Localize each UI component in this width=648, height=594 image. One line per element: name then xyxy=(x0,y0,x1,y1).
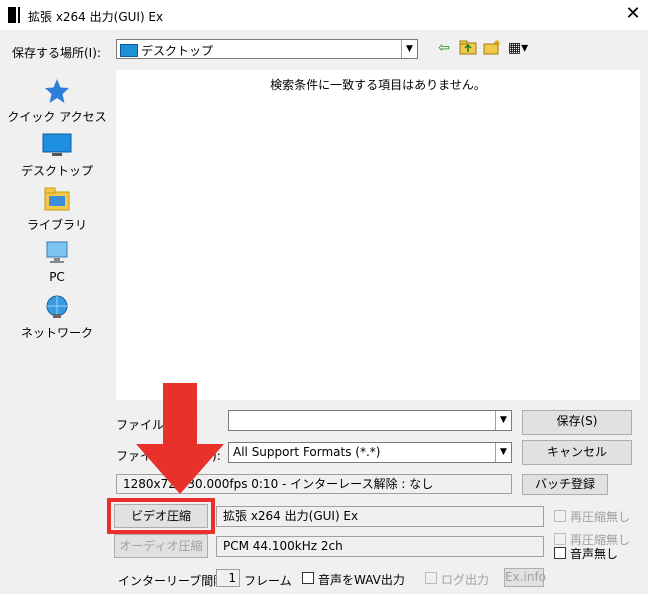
filetype-value: All Support Formats (*.*) xyxy=(233,445,381,459)
network-icon xyxy=(46,295,68,318)
filetype-dropdown[interactable]: All Support Formats (*.*) ▼ xyxy=(228,442,512,463)
annotation-highlight-box xyxy=(107,498,215,534)
back-icon[interactable]: ⇦ xyxy=(434,39,454,57)
pc-icon xyxy=(46,241,68,263)
filename-field[interactable]: ▼ xyxy=(228,410,512,431)
desktop-small-icon xyxy=(120,43,142,57)
sidebar-item-desktop[interactable]: デスクトップ xyxy=(4,132,110,179)
no-audio-checkbox[interactable] xyxy=(554,547,566,559)
save-button[interactable]: 保存(S) xyxy=(522,410,632,435)
sidebar-item-label: ネットワーク xyxy=(20,326,93,340)
star-icon xyxy=(45,79,69,103)
location-dropdown[interactable]: デスクトップ ▼ xyxy=(116,39,418,59)
sidebar-item-quick-access[interactable]: クイック アクセス xyxy=(4,78,110,125)
batch-register-button[interactable]: バッチ登録 xyxy=(522,474,608,495)
sidebar-item-library[interactable]: ライブラリ xyxy=(4,186,110,233)
no-recompress-video-checkbox[interactable] xyxy=(554,510,566,522)
no-audio-label: 音声無し xyxy=(570,547,619,561)
chevron-down-icon: ▼ xyxy=(401,40,417,58)
desktop-icon xyxy=(42,133,72,156)
sidebar-item-label: PC xyxy=(49,270,65,284)
window-title: 拡張 x264 出力(GUI) Ex xyxy=(28,10,164,24)
sidebar-item-pc[interactable]: PC xyxy=(4,240,110,284)
sidebar-item-label: クイック アクセス xyxy=(7,110,107,124)
interleave-input[interactable]: 1 xyxy=(216,569,240,587)
interleave-unit: フレーム xyxy=(244,574,292,588)
new-folder-icon[interactable] xyxy=(482,39,502,57)
library-icon xyxy=(44,187,70,211)
title-bar: 拡張 x264 出力(GUI) Ex ✕ xyxy=(0,0,648,30)
file-list[interactable]: 検索条件に一致する項目はありません。 xyxy=(116,70,640,400)
sidebar-item-label: ライブラリ xyxy=(26,218,87,232)
log-output-checkbox[interactable] xyxy=(425,572,437,584)
close-icon[interactable]: ✕ xyxy=(620,2,646,26)
no-recompress-audio-checkbox[interactable] xyxy=(554,533,566,545)
sidebar-item-label: デスクトップ xyxy=(20,164,93,178)
ex-info-button[interactable]: Ex.info xyxy=(504,568,546,587)
audio-compress-button[interactable]: オーディオ圧縮 xyxy=(114,534,208,558)
app-icon xyxy=(8,7,20,23)
wav-output-label: 音声をWAV出力 xyxy=(318,573,405,587)
empty-message: 検索条件に一致する項目はありません。 xyxy=(270,78,486,92)
location-label: 保存する場所(I): xyxy=(12,46,101,60)
log-output-label: ログ出力 xyxy=(441,573,490,587)
up-folder-icon[interactable] xyxy=(458,39,478,57)
cancel-button[interactable]: キャンセル xyxy=(522,440,632,465)
view-menu-icon[interactable]: ▦▾ xyxy=(504,39,532,57)
no-recompress-video-label: 再圧縮無し xyxy=(570,510,631,524)
location-value: デスクトップ xyxy=(141,44,214,58)
video-codec-display: 拡張 x264 出力(GUI) Ex xyxy=(216,506,544,527)
wav-output-checkbox[interactable] xyxy=(302,572,314,584)
annotation-arrowhead-icon xyxy=(136,444,224,494)
annotation-arrow-icon xyxy=(163,383,197,445)
sidebar-item-network[interactable]: ネットワーク xyxy=(4,294,110,341)
chevron-down-icon: ▼ xyxy=(495,443,511,462)
chevron-down-icon: ▼ xyxy=(495,411,511,430)
audio-codec-display: PCM 44.100kHz 2ch xyxy=(216,536,544,557)
